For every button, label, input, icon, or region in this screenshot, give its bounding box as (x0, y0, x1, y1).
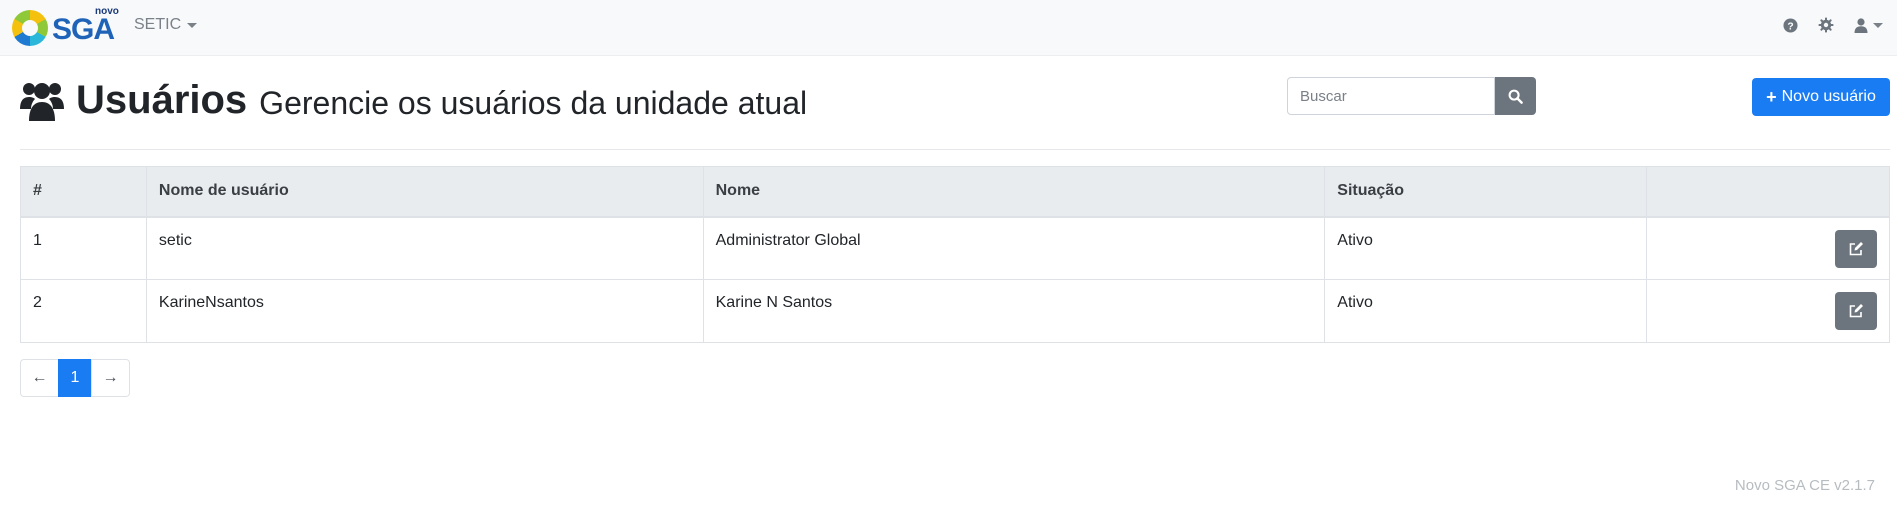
column-header-id[interactable]: # (20, 166, 147, 218)
column-header-name[interactable]: Nome (702, 166, 1326, 218)
page-header: Usuários Gerencie os usuários da unidade… (20, 78, 807, 123)
column-header-status[interactable]: Situação (1324, 166, 1648, 218)
app-logo[interactable]: novo SGA (12, 6, 119, 46)
edit-icon (1849, 241, 1863, 255)
page-title: Usuários (76, 78, 248, 122)
help-icon[interactable]: ? (1783, 17, 1798, 33)
search-icon (1508, 89, 1523, 104)
caret-down-icon (1873, 22, 1883, 28)
column-header-actions (1646, 166, 1890, 218)
unit-dropdown[interactable]: SETIC (134, 16, 198, 34)
edit-button[interactable] (1835, 292, 1877, 330)
edit-icon (1849, 304, 1863, 318)
pagination: ← 1 → (20, 359, 130, 397)
edit-button[interactable] (1835, 229, 1877, 268)
cell-status: Ativo (1324, 279, 1648, 343)
navbar-actions: ? (1783, 17, 1883, 33)
pagination-next-button[interactable]: → (91, 359, 130, 397)
users-icon (20, 82, 64, 121)
column-header-username[interactable]: Nome de usuário (145, 166, 704, 218)
cell-id: 2 (20, 279, 147, 343)
table-row: 2 KarineNsantos Karine N Santos Ativo (20, 279, 1890, 343)
cell-username: setic (145, 216, 704, 280)
version-footer: Novo SGA CE v2.1.7 (1734, 477, 1875, 494)
header-divider (20, 149, 1890, 150)
search-input[interactable] (1287, 77, 1495, 115)
table-header-row: # Nome de usuário Nome Situação (20, 166, 1890, 218)
pagination-prev-button[interactable]: ← (20, 359, 59, 397)
search-form (1287, 77, 1536, 115)
cell-status: Ativo (1324, 216, 1648, 280)
cell-actions (1646, 279, 1890, 343)
page-subtitle: Gerencie os usuários da unidade atual (259, 85, 808, 121)
caret-down-icon (187, 22, 198, 28)
top-navbar: novo SGA SETIC ? (0, 0, 1897, 56)
cell-name: Karine N Santos (702, 279, 1326, 343)
cell-username: KarineNsantos (145, 279, 704, 343)
user-menu[interactable] (1854, 17, 1883, 33)
plus-icon: + (1766, 86, 1777, 107)
pagination-page-1[interactable]: 1 (58, 359, 92, 397)
users-table: # Nome de usuário Nome Situação 1 setic … (20, 166, 1890, 343)
svg-text:?: ? (1787, 21, 1793, 32)
add-user-button[interactable]: + Novo usuário (1752, 78, 1890, 116)
gear-icon[interactable] (1818, 17, 1834, 33)
search-button[interactable] (1495, 77, 1536, 115)
logo-text: SGA (52, 13, 115, 46)
unit-dropdown-label: SETIC (134, 16, 182, 33)
add-user-button-label: Novo usuário (1781, 88, 1876, 105)
cell-id: 1 (20, 216, 147, 280)
cell-actions (1646, 216, 1890, 280)
logo-swirl-icon (12, 10, 48, 46)
cell-name: Administrator Global (702, 216, 1326, 280)
user-icon (1854, 17, 1868, 33)
table-row: 1 setic Administrator Global Ativo (20, 216, 1890, 280)
